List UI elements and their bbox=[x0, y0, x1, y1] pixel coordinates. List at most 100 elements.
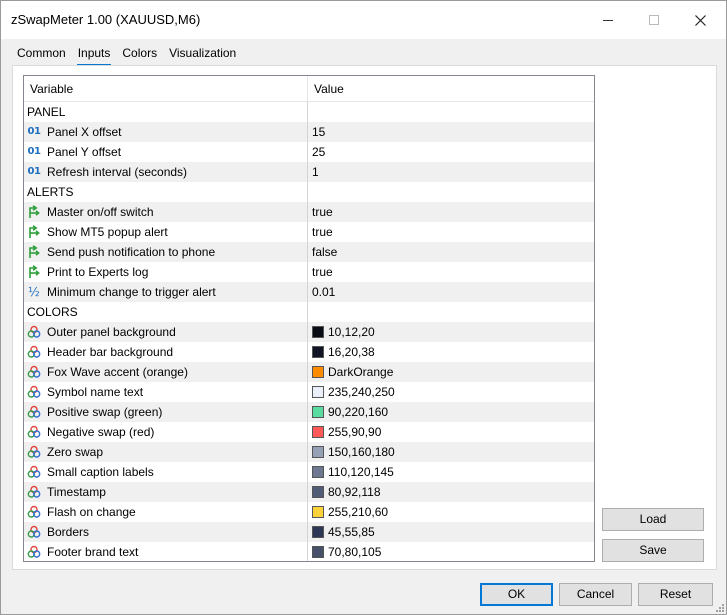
tab-visualization[interactable]: Visualization bbox=[163, 43, 242, 65]
section-row: COLORS bbox=[24, 302, 594, 322]
value-cell[interactable]: 255,210,60 bbox=[308, 502, 594, 522]
color-swatch[interactable] bbox=[312, 326, 324, 338]
color-icon bbox=[27, 425, 41, 439]
value-cell[interactable]: true bbox=[308, 262, 594, 282]
param-row[interactable]: Symbol name text 235,240,250 bbox=[24, 382, 594, 402]
variable-cell: PANEL bbox=[24, 102, 308, 122]
param-row[interactable]: Zero swap 150,160,180 bbox=[24, 442, 594, 462]
color-swatch[interactable] bbox=[312, 346, 324, 358]
param-row[interactable]: 01 Panel Y offset 25 bbox=[24, 142, 594, 162]
value-text: 90,220,160 bbox=[328, 405, 389, 419]
param-row[interactable]: Flash on change 255,210,60 bbox=[24, 502, 594, 522]
save-button[interactable]: Save bbox=[602, 539, 704, 562]
ok-button[interactable]: OK bbox=[480, 583, 553, 606]
color-swatch[interactable] bbox=[312, 466, 324, 478]
variable-label: Print to Experts log bbox=[47, 265, 149, 279]
variable-label: Panel Y offset bbox=[47, 145, 122, 159]
load-button[interactable]: Load bbox=[602, 508, 704, 531]
param-row[interactable]: Print to Experts log true bbox=[24, 262, 594, 282]
value-cell[interactable]: 0.01 bbox=[308, 282, 594, 302]
color-swatch[interactable] bbox=[312, 446, 324, 458]
value-cell[interactable]: 80,92,118 bbox=[308, 482, 594, 502]
param-row[interactable]: Negative swap (red) 255,90,90 bbox=[24, 422, 594, 442]
variable-cell: 01 Refresh interval (seconds) bbox=[24, 162, 308, 182]
cancel-button[interactable]: Cancel bbox=[559, 583, 632, 606]
color-swatch[interactable] bbox=[312, 546, 324, 558]
value-cell[interactable]: 1 bbox=[308, 162, 594, 182]
tab-inputs[interactable]: Inputs bbox=[72, 43, 117, 66]
value-cell[interactable]: 45,55,85 bbox=[308, 522, 594, 542]
value-text: DarkOrange bbox=[328, 365, 394, 379]
tab-common[interactable]: Common bbox=[11, 43, 72, 65]
variable-cell: 01 Panel Y offset bbox=[24, 142, 308, 162]
color-icon bbox=[27, 325, 41, 339]
minimize-button[interactable] bbox=[585, 1, 631, 39]
value-cell[interactable]: 255,90,90 bbox=[308, 422, 594, 442]
param-row[interactable]: Send push notification to phone false bbox=[24, 242, 594, 262]
variable-cell: Show MT5 popup alert bbox=[24, 222, 308, 242]
color-swatch[interactable] bbox=[312, 486, 324, 498]
param-row[interactable]: Small caption labels 110,120,145 bbox=[24, 462, 594, 482]
value-cell[interactable]: 15 bbox=[308, 122, 594, 142]
resize-grip-icon[interactable] bbox=[714, 602, 724, 612]
param-row[interactable]: Show MT5 popup alert true bbox=[24, 222, 594, 242]
param-row[interactable]: Header bar background 16,20,38 bbox=[24, 342, 594, 362]
color-swatch[interactable] bbox=[312, 426, 324, 438]
tab-strip: Common Inputs Colors Visualization bbox=[11, 43, 242, 66]
variable-cell: Master on/off switch bbox=[24, 202, 308, 222]
variable-label: Positive swap (green) bbox=[47, 405, 163, 419]
param-row[interactable]: Fox Wave accent (orange) DarkOrange bbox=[24, 362, 594, 382]
param-row[interactable]: Timestamp 80,92,118 bbox=[24, 482, 594, 502]
variable-cell: Positive swap (green) bbox=[24, 402, 308, 422]
title-bar[interactable]: zSwapMeter 1.00 (XAUUSD,M6) bbox=[1, 1, 726, 39]
value-cell[interactable]: DarkOrange bbox=[308, 362, 594, 382]
value-cell[interactable]: 10,12,20 bbox=[308, 322, 594, 342]
color-icon bbox=[27, 505, 41, 519]
param-row[interactable]: Positive swap (green) 90,220,160 bbox=[24, 402, 594, 422]
value-cell[interactable]: 90,220,160 bbox=[308, 402, 594, 422]
variable-cell: Send push notification to phone bbox=[24, 242, 308, 262]
variable-cell: ½ Minimum change to trigger alert bbox=[24, 282, 308, 302]
variable-cell: Timestamp bbox=[24, 482, 308, 502]
param-row[interactable]: Outer panel background 10,12,20 bbox=[24, 322, 594, 342]
param-row[interactable]: 01 Panel X offset 15 bbox=[24, 122, 594, 142]
value-cell[interactable]: false bbox=[308, 242, 594, 262]
column-header-value[interactable]: Value bbox=[308, 76, 594, 102]
bool-icon bbox=[27, 265, 41, 279]
close-icon bbox=[694, 14, 706, 26]
column-header-variable[interactable]: Variable bbox=[24, 76, 308, 102]
value-text: 0.01 bbox=[312, 285, 336, 299]
maximize-button[interactable] bbox=[631, 1, 677, 39]
value-cell[interactable]: true bbox=[308, 202, 594, 222]
value-text: 255,90,90 bbox=[328, 425, 382, 439]
variable-cell: ALERTS bbox=[24, 182, 308, 202]
variable-label: Header bar background bbox=[47, 345, 174, 359]
bool-icon bbox=[27, 225, 41, 239]
param-row[interactable]: Master on/off switch true bbox=[24, 202, 594, 222]
value-cell[interactable]: 16,20,38 bbox=[308, 342, 594, 362]
variable-label: Show MT5 popup alert bbox=[47, 225, 168, 239]
value-cell[interactable]: 110,120,145 bbox=[308, 462, 594, 482]
param-row[interactable]: 01 Refresh interval (seconds) 1 bbox=[24, 162, 594, 182]
value-cell[interactable]: 70,80,105 bbox=[308, 542, 594, 561]
value-cell[interactable]: 150,160,180 bbox=[308, 442, 594, 462]
color-swatch[interactable] bbox=[312, 506, 324, 518]
value-cell[interactable]: true bbox=[308, 222, 594, 242]
param-row[interactable]: ½ Minimum change to trigger alert 0.01 bbox=[24, 282, 594, 302]
value-cell[interactable]: 235,240,250 bbox=[308, 382, 594, 402]
color-swatch[interactable] bbox=[312, 386, 324, 398]
variable-label: Small caption labels bbox=[47, 465, 154, 479]
tab-colors[interactable]: Colors bbox=[116, 43, 163, 65]
section-row: ALERTS bbox=[24, 182, 594, 202]
variable-cell: COLORS bbox=[24, 302, 308, 322]
close-button[interactable] bbox=[677, 1, 723, 39]
color-swatch[interactable] bbox=[312, 366, 324, 378]
param-row[interactable]: Borders 45,55,85 bbox=[24, 522, 594, 542]
param-row[interactable]: Footer brand text 70,80,105 bbox=[24, 542, 594, 561]
variable-label: Flash on change bbox=[47, 505, 136, 519]
color-swatch[interactable] bbox=[312, 406, 324, 418]
color-swatch[interactable] bbox=[312, 526, 324, 538]
value-cell[interactable]: 25 bbox=[308, 142, 594, 162]
reset-button[interactable]: Reset bbox=[638, 583, 713, 606]
variable-cell: Fox Wave accent (orange) bbox=[24, 362, 308, 382]
